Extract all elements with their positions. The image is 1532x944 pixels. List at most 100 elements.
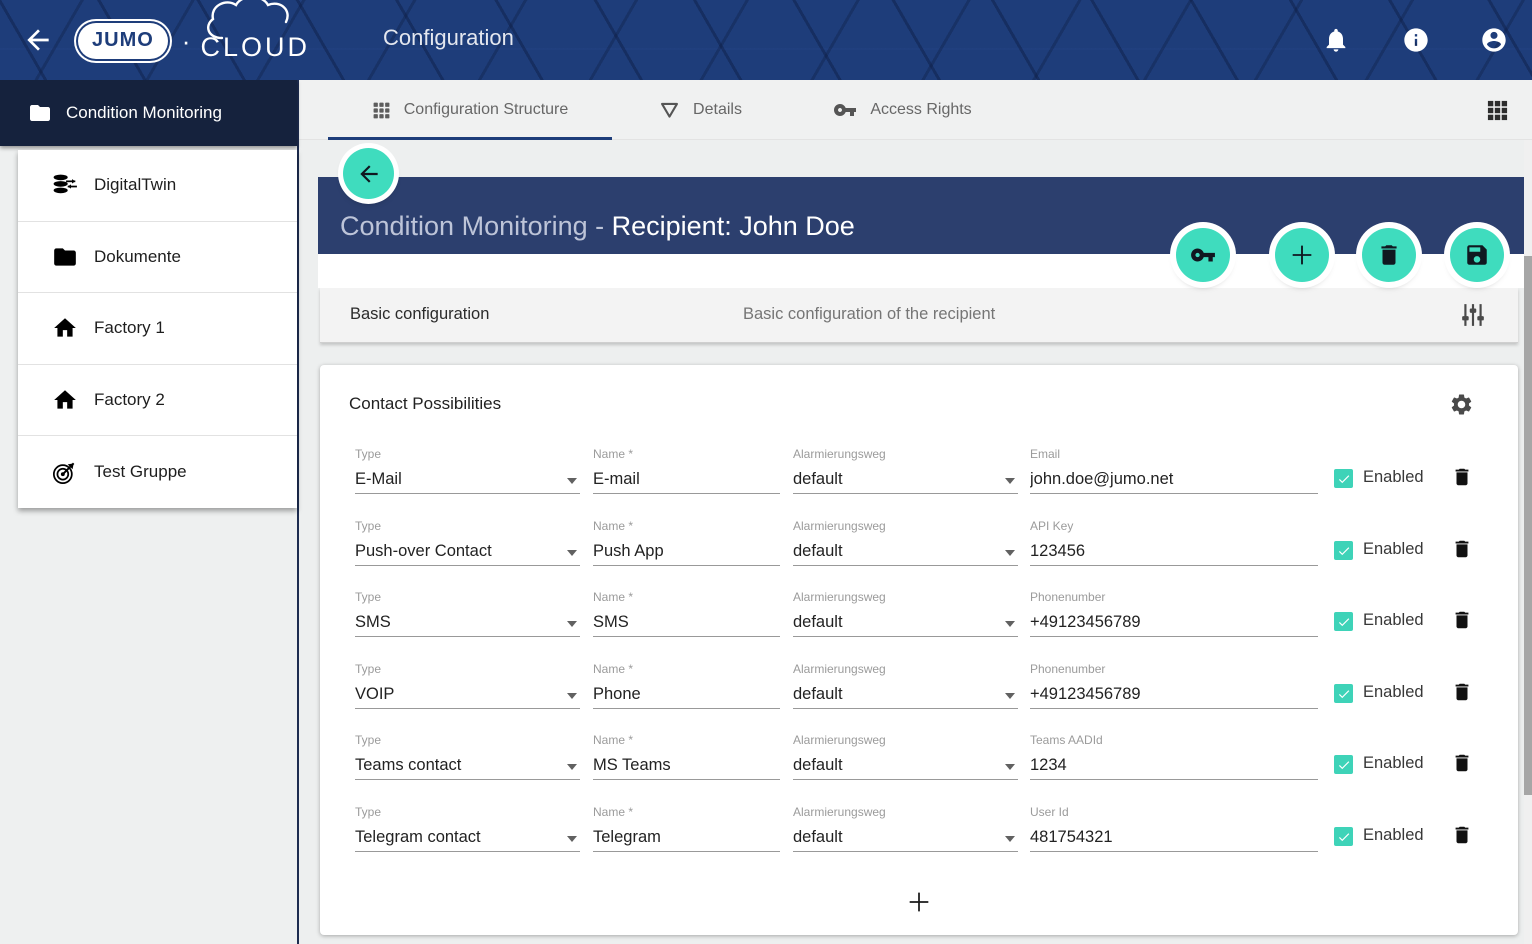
name-input[interactable]: Name * SMS xyxy=(593,590,780,637)
name-input[interactable]: Name * E-mail xyxy=(593,447,780,494)
row-trash-icon[interactable] xyxy=(1451,823,1473,847)
type-select[interactable]: Type Telegram contact xyxy=(355,805,580,852)
api-key-input[interactable]: API Key 123456 xyxy=(1030,519,1318,566)
user-id-input[interactable]: User Id 481754321 xyxy=(1030,805,1318,852)
name-input[interactable]: Name * Push App xyxy=(593,519,780,566)
jumo-cloud-logo: JUMO · CLOUD xyxy=(78,18,310,64)
funnel-icon xyxy=(659,100,680,121)
scrollbar-thumb[interactable] xyxy=(1524,256,1532,795)
name-input[interactable]: Name * Telegram xyxy=(593,805,780,852)
tab-access-rights[interactable]: Access Rights xyxy=(805,80,1000,140)
check-icon xyxy=(1337,758,1351,772)
type-select[interactable]: Type E-Mail xyxy=(355,447,580,494)
check-icon xyxy=(1337,687,1351,701)
banner-back-button[interactable] xyxy=(343,148,394,199)
type-select[interactable]: Type SMS xyxy=(355,590,580,637)
alarmierungsweg-value: default xyxy=(793,466,1018,494)
sidebar-item-factory-1[interactable]: Factory 1 xyxy=(18,293,297,365)
chevron-down-icon[interactable] xyxy=(1005,693,1015,699)
account-icon[interactable] xyxy=(1480,26,1508,54)
value-text: 123456 xyxy=(1030,538,1318,566)
chevron-down-icon[interactable] xyxy=(567,764,577,770)
type-select[interactable]: Type VOIP xyxy=(355,662,580,709)
value-text: +49123456789 xyxy=(1030,609,1318,637)
name-value: Telegram xyxy=(593,824,780,852)
name-value: E-mail xyxy=(593,466,780,494)
apps-grid-icon[interactable] xyxy=(1486,99,1509,122)
page-title: Configuration xyxy=(383,25,514,51)
enabled-checkbox[interactable] xyxy=(1334,755,1353,774)
back-arrow-icon[interactable] xyxy=(22,24,54,56)
alarmierungsweg-select[interactable]: Alarmierungsweg default xyxy=(793,590,1018,637)
chevron-down-icon[interactable] xyxy=(567,693,577,699)
folder-icon xyxy=(52,244,78,270)
row-trash-icon[interactable] xyxy=(1451,608,1473,632)
enabled-checkbox[interactable] xyxy=(1334,612,1353,631)
alarmierungsweg-select[interactable]: Alarmierungsweg default xyxy=(793,662,1018,709)
chevron-down-icon[interactable] xyxy=(1005,764,1015,770)
chevron-down-icon[interactable] xyxy=(567,621,577,627)
chevron-down-icon[interactable] xyxy=(1005,550,1015,556)
row-trash-icon[interactable] xyxy=(1451,680,1473,704)
alarmierungsweg-select[interactable]: Alarmierungsweg default xyxy=(793,447,1018,494)
tab-label: Configuration Structure xyxy=(404,101,569,119)
enabled-checkbox[interactable] xyxy=(1334,469,1353,488)
type-select[interactable]: Type Teams contact xyxy=(355,733,580,780)
home-icon xyxy=(52,315,78,341)
alarmierungsweg-label: Alarmierungsweg xyxy=(793,519,1018,535)
chevron-down-icon[interactable] xyxy=(1005,621,1015,627)
delete-button[interactable] xyxy=(1362,228,1416,282)
add-contact-row-button[interactable] xyxy=(897,880,941,924)
access-rights-button[interactable] xyxy=(1176,228,1230,282)
tab-configuration-structure[interactable]: Configuration Structure xyxy=(328,80,612,140)
enabled-label: Enabled xyxy=(1363,468,1424,487)
info-icon[interactable] xyxy=(1402,26,1430,54)
save-button[interactable] xyxy=(1450,228,1504,282)
sidebar-item-digitaltwin[interactable]: DigitalTwin xyxy=(18,150,297,222)
basic-configuration-row[interactable]: Basic configuration Basic configuration … xyxy=(320,288,1518,343)
row-trash-icon[interactable] xyxy=(1451,751,1473,775)
sidebar-item-label: Dokumente xyxy=(94,247,181,267)
alarmierungsweg-select[interactable]: Alarmierungsweg default xyxy=(793,733,1018,780)
phonenumber-input[interactable]: Phonenumber +49123456789 xyxy=(1030,662,1318,709)
contact-row-telegram: Type Telegram contact Name * Telegram Al… xyxy=(320,805,1518,869)
value-label: Email xyxy=(1030,447,1318,463)
add-button[interactable] xyxy=(1275,228,1329,282)
tab-label: Details xyxy=(693,101,742,119)
jumo-logo-text: JUMO xyxy=(78,23,168,59)
key-icon xyxy=(833,98,857,122)
name-input[interactable]: Name * MS Teams xyxy=(593,733,780,780)
teams-aadid-input[interactable]: Teams AADId 1234 xyxy=(1030,733,1318,780)
gear-icon[interactable] xyxy=(1449,392,1474,417)
sidebar-item-factory-2[interactable]: Factory 2 xyxy=(18,365,297,437)
email-input[interactable]: Email john.doe@jumo.net xyxy=(1030,447,1318,494)
sidebar-item-test-gruppe[interactable]: Test Gruppe xyxy=(18,436,297,508)
name-input[interactable]: Name * Phone xyxy=(593,662,780,709)
chevron-down-icon[interactable] xyxy=(567,836,577,842)
enabled-checkbox[interactable] xyxy=(1334,541,1353,560)
enabled-label: Enabled xyxy=(1363,683,1424,702)
contact-row-pushover: Type Push-over Contact Name * Push App A… xyxy=(320,519,1518,583)
phonenumber-input[interactable]: Phonenumber +49123456789 xyxy=(1030,590,1318,637)
chevron-down-icon[interactable] xyxy=(1005,478,1015,484)
alarmierungsweg-select[interactable]: Alarmierungsweg default xyxy=(793,805,1018,852)
name-label: Name * xyxy=(593,805,780,821)
enabled-checkbox[interactable] xyxy=(1334,684,1353,703)
sidebar-header-condition-monitoring[interactable]: Condition Monitoring xyxy=(0,80,297,146)
name-value: SMS xyxy=(593,609,780,637)
plus-icon xyxy=(1288,241,1316,269)
chevron-down-icon[interactable] xyxy=(567,550,577,556)
notifications-bell-icon[interactable] xyxy=(1322,26,1350,54)
tab-details[interactable]: Details xyxy=(628,80,773,140)
enabled-checkbox[interactable] xyxy=(1334,827,1353,846)
row-trash-icon[interactable] xyxy=(1451,465,1473,489)
chevron-down-icon[interactable] xyxy=(1005,836,1015,842)
row-trash-icon[interactable] xyxy=(1451,537,1473,561)
chevron-down-icon[interactable] xyxy=(567,478,577,484)
sidebar-item-label: DigitalTwin xyxy=(94,175,176,195)
tune-sliders-icon[interactable] xyxy=(1460,302,1486,328)
type-select[interactable]: Type Push-over Contact xyxy=(355,519,580,566)
enabled-label: Enabled xyxy=(1363,540,1424,559)
sidebar-item-dokumente[interactable]: Dokumente xyxy=(18,222,297,294)
alarmierungsweg-select[interactable]: Alarmierungsweg default xyxy=(793,519,1018,566)
